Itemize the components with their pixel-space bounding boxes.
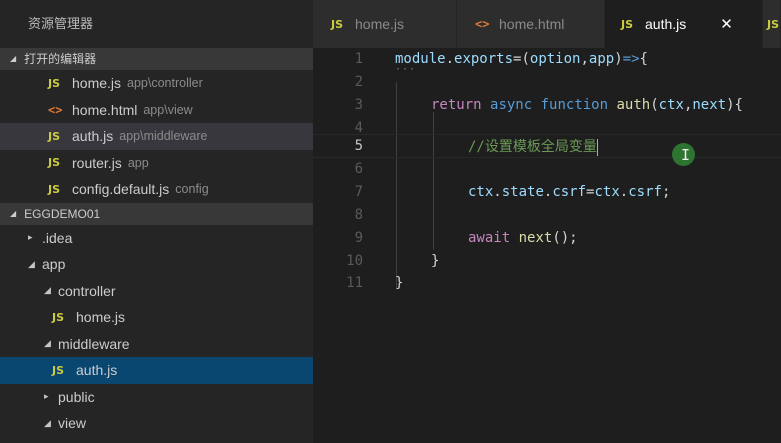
file-path: config	[175, 182, 209, 197]
open-editor-item-router-js[interactable]: JS router.js app	[0, 150, 313, 177]
text-caret	[596, 138, 598, 156]
folder-name: view	[58, 415, 87, 432]
folder-name: controller	[58, 282, 116, 299]
html-file-icon: <>	[48, 102, 63, 117]
file-name: router.js	[72, 154, 122, 171]
folder-name: .idea	[42, 229, 73, 246]
code-line-11: 11 }	[313, 272, 781, 295]
chevron-right-icon: ▸	[44, 391, 49, 402]
line-number: 2	[354, 74, 363, 91]
file-name: home.html	[72, 101, 138, 118]
tree-folder-app[interactable]: ◢ app	[0, 251, 313, 278]
file-name: config.default.js	[72, 181, 170, 198]
file-path: app\view	[143, 102, 193, 117]
code-line-8: 8	[313, 204, 781, 227]
js-file-icon: JS	[48, 156, 61, 170]
close-icon[interactable]: ✕	[720, 15, 733, 33]
line-number: 8	[354, 206, 363, 223]
js-file-icon: JS	[48, 129, 61, 143]
file-path: app	[127, 155, 149, 170]
code-editor[interactable]: ··· 1 module.exports=(option,app)=>{ 2 3…	[313, 48, 781, 443]
file-name: auth.js	[72, 128, 114, 145]
file-name: home.js	[72, 75, 122, 92]
tab-home-js[interactable]: JS home.js	[313, 0, 457, 48]
js-file-icon: JS	[331, 17, 344, 31]
code-text: //设置模板全局变量	[468, 138, 598, 156]
tab-home-html[interactable]: <> home.html	[457, 0, 605, 48]
code-line-10: 10 }	[313, 249, 781, 272]
ibeam-cursor-icon: I	[681, 146, 691, 164]
open-editors-label: 打开的编辑器	[24, 52, 97, 66]
tab-label: home.html	[499, 16, 565, 32]
line-number: 5	[354, 138, 363, 154]
js-file-icon: JS	[767, 17, 780, 31]
tree-file-auth-js[interactable]: JS auth.js	[0, 357, 313, 384]
tree-folder-public[interactable]: ▸ public	[0, 384, 313, 411]
collapse-triangle-icon: ◢	[10, 54, 17, 63]
tab-label: auth.js	[645, 16, 687, 32]
code-line-1: 1 module.exports=(option,app)=>{	[313, 48, 781, 71]
folder-name: middleware	[58, 335, 130, 352]
line-number: 9	[354, 229, 363, 246]
code-line-2: 2	[313, 71, 781, 94]
explorer-sidebar: 资源管理器 ◢ 打开的编辑器 JS home.js app\controller…	[0, 0, 313, 443]
collapse-triangle-icon: ◢	[10, 208, 17, 218]
line-number: 1	[354, 51, 363, 68]
chevron-down-icon: ◢	[44, 338, 51, 349]
folder-name: public	[58, 388, 95, 405]
js-file-icon: JS	[48, 182, 61, 196]
tab-overflow[interactable]: JS	[763, 0, 781, 48]
code-text: ctx.state.csrf=ctx.csrf;	[468, 184, 671, 201]
tree-folder-view[interactable]: ◢ view	[0, 410, 313, 437]
js-file-icon: JS	[52, 363, 65, 377]
js-file-icon: JS	[48, 76, 61, 90]
file-path: app\controller	[127, 76, 203, 91]
line-number: 7	[354, 184, 363, 201]
html-file-icon: <>	[475, 17, 490, 31]
chevron-down-icon: ◢	[44, 417, 51, 428]
file-name: home.js	[76, 309, 126, 326]
tab-label: home.js	[355, 16, 405, 32]
tree-folder-middleware[interactable]: ◢ middleware	[0, 331, 313, 358]
code-line-7: 7 ctx.state.csrf=ctx.csrf;	[313, 181, 781, 204]
code-line-3: 3 return async function auth(ctx,next){	[313, 94, 781, 117]
code-text: module.exports=(option,app)=>{	[395, 51, 648, 68]
project-header[interactable]: ◢ EGGDEMO01	[0, 202, 313, 225]
code-line-9: 9 await next();	[313, 226, 781, 249]
code-text: await next();	[468, 229, 578, 246]
chevron-down-icon: ◢	[28, 258, 35, 269]
code-text: return async function auth(ctx,next){	[431, 96, 743, 113]
chevron-down-icon: ◢	[44, 285, 51, 296]
file-path: app\middleware	[119, 129, 208, 144]
open-editor-item-home-html[interactable]: <> home.html app\view	[0, 97, 313, 124]
open-editor-item-home-js[interactable]: JS home.js app\controller	[0, 70, 313, 97]
tab-auth-js[interactable]: JS auth.js ✕	[605, 0, 763, 48]
open-editor-item-auth-js[interactable]: JS auth.js app\middleware	[0, 123, 313, 150]
explorer-title: 资源管理器	[28, 16, 94, 31]
tree-folder-idea[interactable]: ▸ .idea	[0, 225, 313, 252]
code-line-5: 5 //设置模板全局变量	[313, 134, 781, 158]
js-file-icon: JS	[52, 310, 65, 324]
line-number: 11	[346, 275, 363, 292]
tree-folder-controller[interactable]: ◢ controller	[0, 278, 313, 305]
line-number: 3	[354, 96, 363, 113]
chevron-right-icon: ▸	[28, 232, 33, 243]
open-editors-header[interactable]: ◢ 打开的编辑器	[0, 48, 313, 70]
project-label: EGGDEMO01	[24, 206, 101, 221]
tree-file-home-js[interactable]: JS home.js	[0, 304, 313, 331]
folder-name: app	[42, 256, 66, 273]
open-editor-item-config-default-js[interactable]: JS config.default.js config	[0, 176, 313, 203]
line-number: 10	[346, 252, 363, 269]
js-file-icon: JS	[621, 17, 634, 31]
editor-tab-bar: JS home.js <> home.html JS auth.js ✕ JS	[313, 0, 781, 48]
code-text: }	[431, 252, 440, 269]
file-name: auth.js	[76, 362, 118, 379]
code-line-6: 6	[313, 158, 781, 181]
code-text: }	[395, 275, 404, 292]
line-number: 6	[354, 161, 363, 178]
